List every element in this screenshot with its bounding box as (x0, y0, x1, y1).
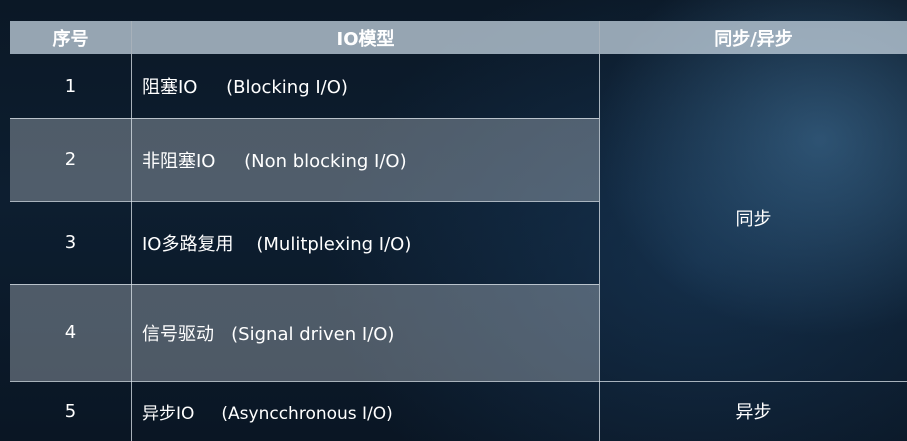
io-model-table: 序号 IO模型 同步/异步 1 阻塞IO (Blocking I/O) 2 非阻… (10, 21, 907, 441)
row-divider (10, 381, 907, 382)
sync-group-cell: 同步 (735, 208, 772, 230)
row-model: 非阻塞IO (Non blocking I/O) (142, 150, 407, 172)
row-index: 3 (64, 232, 77, 253)
async-group-cell: 异步 (735, 402, 772, 423)
row-model: 信号驱动 (Signal driven I/O) (142, 323, 395, 345)
header-model: IO模型 (132, 21, 599, 54)
row-divider (10, 284, 599, 285)
row-index: 5 (64, 400, 77, 422)
row-model: IO多路复用 (Mulitplexing I/O) (142, 233, 412, 255)
row-model: 异步IO (Asyncchronous I/O) (142, 403, 393, 424)
column-divider (599, 21, 600, 441)
row-index: 2 (64, 149, 77, 170)
row-divider (10, 201, 599, 202)
header-sync: 同步/异步 (600, 21, 907, 54)
row-divider (10, 118, 599, 119)
column-divider (131, 21, 132, 441)
row-index: 4 (64, 322, 77, 343)
row-index: 1 (64, 75, 77, 97)
header-index: 序号 (10, 21, 131, 54)
row-model: 阻塞IO (Blocking I/O) (142, 77, 348, 98)
